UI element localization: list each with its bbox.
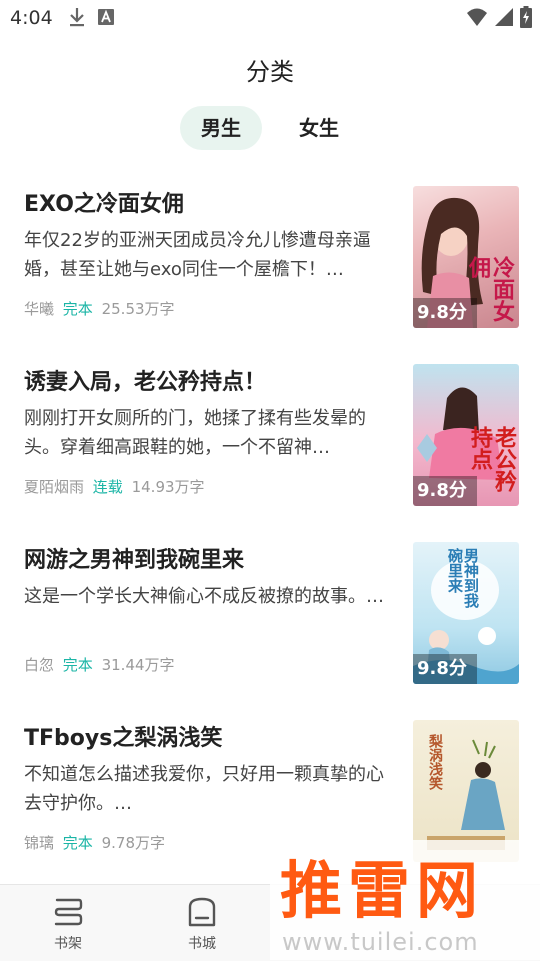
book-word-count: 14.93万字: [131, 478, 205, 496]
book-author: 华曦: [24, 300, 55, 318]
download-icon: [70, 8, 84, 27]
book-item[interactable]: EXO之冷面女佣 年仅22岁的亚洲天团成员冷允儿惨遭母亲逼婚，甚至让她与exo同…: [0, 178, 540, 356]
book-title: 网游之男神到我碗里来: [24, 548, 245, 573]
book-status: 完本: [62, 300, 93, 318]
nav-bookstore-label: 书城: [188, 936, 216, 952]
book-description: 刚刚打开女厕所的门，她揉了揉有些发晕的头。穿着细高跟鞋的她，一个不留神…: [24, 408, 366, 458]
book-score: 9.8分: [413, 654, 477, 684]
status-bar: 4:04: [0, 0, 540, 36]
book-author: 锦璃: [24, 834, 55, 852]
font-a-icon: [98, 9, 114, 25]
book-author: 夏陌烟雨: [24, 478, 85, 496]
book-status: 完本: [62, 656, 93, 674]
watermark-logo: 推雷网 www.tuilei.com: [270, 840, 540, 960]
nav-bookshelf-label: 书架: [54, 936, 82, 952]
status-left-icons: [68, 6, 114, 28]
book-score: 9.8分: [413, 298, 477, 328]
book-meta: 华曦 完本 25.53万字: [24, 298, 175, 319]
tab-male[interactable]: 男生: [180, 106, 262, 150]
wifi-icon: [467, 8, 487, 26]
book-meta: 白忽 完本 31.44万字: [24, 654, 175, 675]
watermark-url: www.tuilei.com: [282, 928, 479, 956]
bookshelf-icon: [54, 898, 83, 926]
status-right-icons: [466, 6, 532, 28]
bookstore-icon: [188, 897, 216, 927]
category-tabs: 男生 女生: [0, 106, 540, 150]
cover-art-text: 男神到我碗里来: [446, 548, 480, 608]
book-item[interactable]: 网游之男神到我碗里来 这是一个学长大神偷心不成反被撩的故事。… 白忽 完本 31…: [0, 534, 540, 712]
book-word-count: 9.78万字: [101, 834, 165, 852]
book-title: EXO之冷面女佣: [24, 192, 184, 217]
book-meta: 夏陌烟雨 连载 14.93万字: [24, 476, 205, 497]
battery-charging-icon: [520, 6, 532, 28]
book-status: 完本: [62, 834, 93, 852]
book-item[interactable]: 诱妻入局，老公矜持点！ 刚刚打开女厕所的门，她揉了揉有些发晕的头。穿着细高跟鞋的…: [0, 356, 540, 534]
book-list: EXO之冷面女佣 年仅22岁的亚洲天团成员冷允儿惨遭母亲逼婚，甚至让她与exo同…: [0, 178, 540, 890]
nav-bookstore[interactable]: 书城: [162, 895, 242, 953]
status-time: 4:04: [10, 7, 53, 29]
book-word-count: 31.44万字: [101, 656, 175, 674]
book-cover[interactable]: 冷面女佣 9.8分: [413, 186, 519, 328]
book-title: TFboys之梨涡浅笑: [24, 726, 223, 751]
book-status: 连载: [92, 478, 123, 496]
book-word-count: 25.53万字: [101, 300, 175, 318]
book-author: 白忽: [24, 656, 55, 674]
book-cover[interactable]: 男神到我碗里来 9.8分: [413, 542, 519, 684]
book-cover[interactable]: 老公矜持点 9.8分: [413, 364, 519, 506]
book-description: 这是一个学长大神偷心不成反被撩的故事。…: [24, 586, 384, 607]
tab-female[interactable]: 女生: [278, 106, 360, 150]
book-meta: 锦璃 完本 9.78万字: [24, 832, 165, 853]
cover-art-text: 梨涡浅笑: [427, 734, 443, 790]
book-title: 诱妻入局，老公矜持点！: [24, 370, 267, 395]
book-description: 不知道怎么描述我爱你，只好用一颗真挚的心去守护你。…: [24, 764, 384, 814]
nav-bookshelf[interactable]: 书架: [28, 895, 108, 953]
page-title: 分类: [246, 58, 294, 86]
cellular-signal-icon: [495, 8, 513, 26]
book-description: 年仅22岁的亚洲天团成员冷允儿惨遭母亲逼婚，甚至让她与exo同住一个屋檐下！…: [24, 230, 371, 280]
book-score: 9.8分: [413, 476, 477, 506]
watermark-text: 推雷网: [280, 854, 485, 927]
